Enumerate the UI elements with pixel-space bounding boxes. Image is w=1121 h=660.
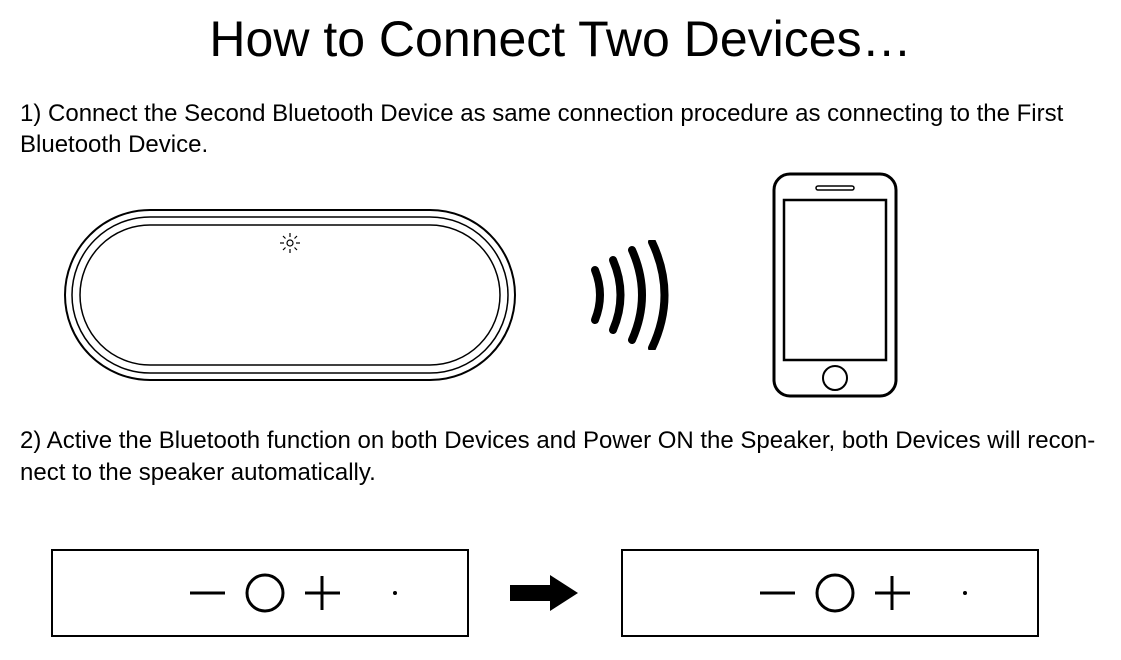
speaker-front-panel-left: [50, 548, 470, 643]
diagram-row-1: [20, 170, 1101, 405]
arrow-right-icon: [510, 573, 580, 618]
diagram-row-2: [50, 548, 1101, 643]
step-2-text: 2) Active the Bluetooth function on both…: [20, 425, 1101, 487]
page-title: How to Connect Two Devices…: [20, 10, 1101, 68]
smartphone-icon: [770, 170, 900, 405]
step-1-text: 1) Connect the Second Bluetooth Device a…: [20, 98, 1101, 160]
wireless-signal-icon: [580, 240, 670, 355]
speaker-top-view: [60, 205, 520, 390]
speaker-front-panel-right: [620, 548, 1040, 643]
